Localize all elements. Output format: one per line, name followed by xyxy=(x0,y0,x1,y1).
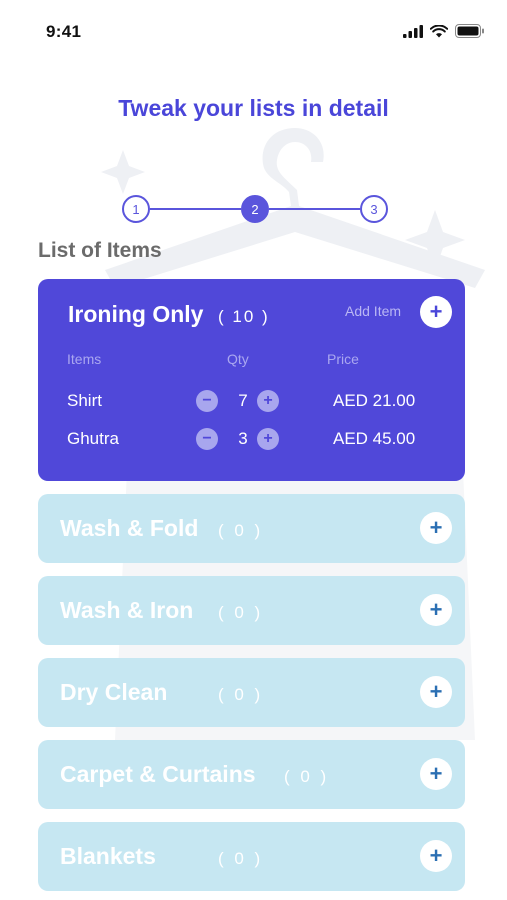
increase-qty-button[interactable]: + xyxy=(257,428,279,450)
column-header-qty: Qty xyxy=(227,351,249,367)
item-row-ghutra: Ghutra − 3 + AED 45.00 xyxy=(38,427,465,453)
item-name: Shirt xyxy=(67,391,102,410)
section-title: List of Items xyxy=(38,239,162,262)
status-icons xyxy=(403,24,485,38)
step-1[interactable]: 1 xyxy=(122,195,150,223)
step-3[interactable]: 3 xyxy=(360,195,388,223)
category-count: ( 0 ) xyxy=(284,767,330,786)
signal-icon xyxy=(403,24,423,38)
category-name: Carpet & Curtains xyxy=(60,761,256,787)
add-category-button[interactable]: + xyxy=(420,512,452,544)
item-price: AED 45.00 xyxy=(333,429,416,448)
category-count: ( 0 ) xyxy=(218,849,264,868)
stepper-line xyxy=(269,208,360,210)
category-name: Blankets xyxy=(60,843,156,869)
category-card-wash-fold[interactable]: Wash & Fold ( 0 ) + xyxy=(38,494,465,563)
category-name: Dry Clean xyxy=(60,679,168,705)
category-count: ( 0 ) xyxy=(218,603,264,622)
category-card-dry-clean[interactable]: Dry Clean ( 0 ) + xyxy=(38,658,465,727)
decrease-qty-button[interactable]: − xyxy=(196,428,218,450)
add-category-button[interactable]: + xyxy=(420,758,452,790)
stepper-line xyxy=(150,208,241,210)
status-time: 9:41 xyxy=(46,22,82,41)
item-qty: 3 xyxy=(238,429,248,448)
page-title: Tweak your lists in detail xyxy=(118,95,389,121)
add-item-link[interactable]: Add Item xyxy=(345,303,401,319)
category-count: ( 10 ) xyxy=(218,307,270,326)
battery-icon xyxy=(455,24,484,38)
increase-qty-button[interactable]: + xyxy=(257,390,279,412)
category-card-carpet-curtains[interactable]: Carpet & Curtains ( 0 ) + xyxy=(38,740,465,809)
item-row-shirt: Shirt − 7 + AED 21.00 xyxy=(38,389,465,415)
category-card-wash-iron[interactable]: Wash & Iron ( 0 ) + xyxy=(38,576,465,645)
category-card-ironing-only[interactable]: Ironing Only ( 10 ) Add Item + Items Qty… xyxy=(38,279,465,481)
column-header-price: Price xyxy=(327,351,359,367)
item-price: AED 21.00 xyxy=(333,391,416,410)
add-category-button[interactable]: + xyxy=(420,840,452,872)
category-count: ( 0 ) xyxy=(218,685,264,704)
item-qty: 7 xyxy=(238,391,248,410)
progress-stepper: 1 2 3 xyxy=(122,195,388,223)
category-name: Wash & Iron xyxy=(60,597,194,623)
add-category-button[interactable]: + xyxy=(420,676,452,708)
category-card-blankets[interactable]: Blankets ( 0 ) + xyxy=(38,822,465,891)
category-name: Wash & Fold xyxy=(60,515,199,541)
category-name: Ironing Only xyxy=(68,301,204,327)
column-header-items: Items xyxy=(67,351,102,367)
item-name: Ghutra xyxy=(67,429,119,448)
wifi-icon xyxy=(430,24,448,37)
category-count: ( 0 ) xyxy=(218,521,264,540)
add-item-button[interactable]: + xyxy=(420,296,452,328)
status-bar: 9:41 xyxy=(0,0,507,62)
step-2[interactable]: 2 xyxy=(241,195,269,223)
decrease-qty-button[interactable]: − xyxy=(196,390,218,412)
add-category-button[interactable]: + xyxy=(420,594,452,626)
